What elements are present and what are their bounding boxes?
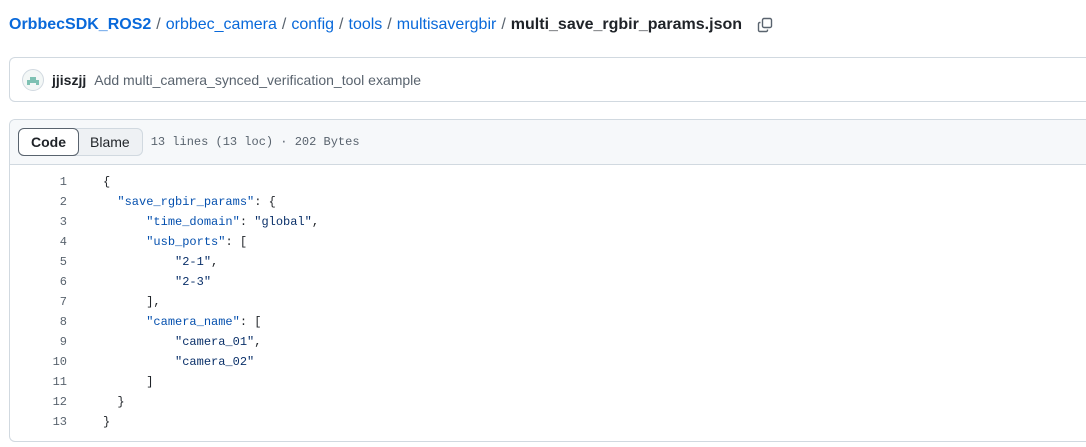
json-punctuation <box>103 235 146 249</box>
breadcrumb-dir-link[interactable]: multisavergbir <box>397 16 497 34</box>
line-number[interactable]: 1 <box>10 175 67 189</box>
line-number[interactable]: 3 <box>10 215 67 229</box>
json-punctuation: : [ <box>239 315 262 329</box>
line-content: "camera_01", <box>103 335 261 349</box>
latest-commit-bar: jjiszjj Add multi_camera_synced_verifica… <box>9 57 1086 102</box>
json-punctuation <box>103 195 117 209</box>
json-punctuation: } <box>103 415 111 429</box>
file-info: 13 lines (13 loc) · 202 Bytes <box>150 135 360 149</box>
json-punctuation: ] <box>103 375 154 389</box>
breadcrumb-separator: / <box>501 16 506 33</box>
code-line: 4 "usb_ports": [ <box>10 232 1086 252</box>
line-content: } <box>103 395 125 409</box>
line-number[interactable]: 4 <box>10 235 67 249</box>
json-punctuation <box>103 255 175 269</box>
blame-tab[interactable]: Blame <box>78 129 142 155</box>
json-string: "camera_02" <box>175 355 255 369</box>
json-punctuation <box>103 355 175 369</box>
json-punctuation: , <box>254 335 262 349</box>
breadcrumb-repo-link[interactable]: OrbbecSDK_ROS2 <box>9 16 151 34</box>
line-number[interactable]: 13 <box>10 415 67 429</box>
code-line: 8 "camera_name": [ <box>10 312 1086 332</box>
code-line: 11 ] <box>10 372 1086 392</box>
json-string: "2-1" <box>175 255 212 269</box>
identicon-icon <box>27 76 39 85</box>
code-line: 9 "camera_01", <box>10 332 1086 352</box>
json-punctuation: { <box>103 175 111 189</box>
line-content: "2-3" <box>103 275 211 289</box>
json-punctuation: ], <box>103 295 161 309</box>
code-line: 3 "time_domain": "global", <box>10 212 1086 232</box>
code-view: 1{2 "save_rgbir_params": {3 "time_domain… <box>10 165 1086 432</box>
line-number[interactable]: 6 <box>10 275 67 289</box>
file-header: Code Blame 13 lines (13 loc) · 202 Bytes <box>10 120 1086 165</box>
json-punctuation: : [ <box>225 235 248 249</box>
copy-path-button[interactable] <box>756 16 774 34</box>
json-punctuation <box>103 215 146 229</box>
line-content: ] <box>103 375 153 389</box>
breadcrumb-file-name: multi_save_rgbir_params.json <box>510 16 743 33</box>
copy-icon <box>757 17 773 33</box>
breadcrumb-separator: / <box>281 16 287 33</box>
view-mode-toggle: Code Blame <box>18 128 143 156</box>
avatar[interactable] <box>22 68 44 91</box>
breadcrumb-separator: / <box>156 16 161 33</box>
json-key: "save_rgbir_params" <box>117 195 255 209</box>
code-line: 12 } <box>10 392 1086 412</box>
code-line: 5 "2-1", <box>10 252 1086 272</box>
code-line: 13} <box>10 412 1086 432</box>
line-content: "time_domain": "global", <box>103 215 319 229</box>
line-content: "save_rgbir_params": { <box>103 195 276 209</box>
line-content: } <box>103 415 110 429</box>
code-line: 7 ], <box>10 292 1086 312</box>
line-content: { <box>103 175 110 189</box>
code-line: 10 "camera_02" <box>10 352 1086 372</box>
commit-author[interactable]: jjiszjj <box>52 72 86 88</box>
json-string: "2-3" <box>175 275 212 289</box>
commit-message[interactable]: Add multi_camera_synced_verification_too… <box>94 72 421 88</box>
line-content: "2-1", <box>103 255 218 269</box>
breadcrumb-dir-link[interactable]: config <box>291 16 334 34</box>
line-number[interactable]: 12 <box>10 395 67 409</box>
line-number[interactable]: 2 <box>10 195 67 209</box>
line-number[interactable]: 7 <box>10 295 67 309</box>
json-punctuation: } <box>103 395 125 409</box>
json-punctuation: , <box>211 255 219 269</box>
json-string: "camera_01" <box>175 335 255 349</box>
json-key: "time_domain" <box>146 215 240 229</box>
breadcrumb: OrbbecSDK_ROS2 / orbbec_camera / config … <box>9 13 774 37</box>
code-line: 6 "2-3" <box>10 272 1086 292</box>
json-punctuation <box>103 335 175 349</box>
json-key: "usb_ports" <box>146 235 226 249</box>
code-line: 1{ <box>10 172 1086 192</box>
json-punctuation <box>103 275 175 289</box>
json-punctuation <box>103 315 146 329</box>
line-number[interactable]: 11 <box>10 375 67 389</box>
breadcrumb-dir-link[interactable]: tools <box>349 16 383 34</box>
line-number[interactable]: 5 <box>10 255 67 269</box>
line-content: "camera_name": [ <box>103 315 261 329</box>
line-number[interactable]: 10 <box>10 355 67 369</box>
json-punctuation: , <box>311 215 320 229</box>
line-number[interactable]: 8 <box>10 315 67 329</box>
line-content: "usb_ports": [ <box>103 235 247 249</box>
json-string: "global" <box>254 215 312 229</box>
code-line: 2 "save_rgbir_params": { <box>10 192 1086 212</box>
code-tab[interactable]: Code <box>18 128 79 156</box>
json-key: "camera_name" <box>146 315 240 329</box>
line-content: "camera_02" <box>103 355 254 369</box>
json-punctuation: : <box>239 215 255 229</box>
file-viewer: Code Blame 13 lines (13 loc) · 202 Bytes… <box>9 119 1086 442</box>
json-punctuation: : { <box>254 195 276 209</box>
breadcrumb-dir-link[interactable]: orbbec_camera <box>166 16 277 34</box>
breadcrumb-separator: / <box>339 16 344 33</box>
line-number[interactable]: 9 <box>10 335 67 349</box>
line-content: ], <box>103 295 161 309</box>
breadcrumb-separator: / <box>387 16 392 33</box>
